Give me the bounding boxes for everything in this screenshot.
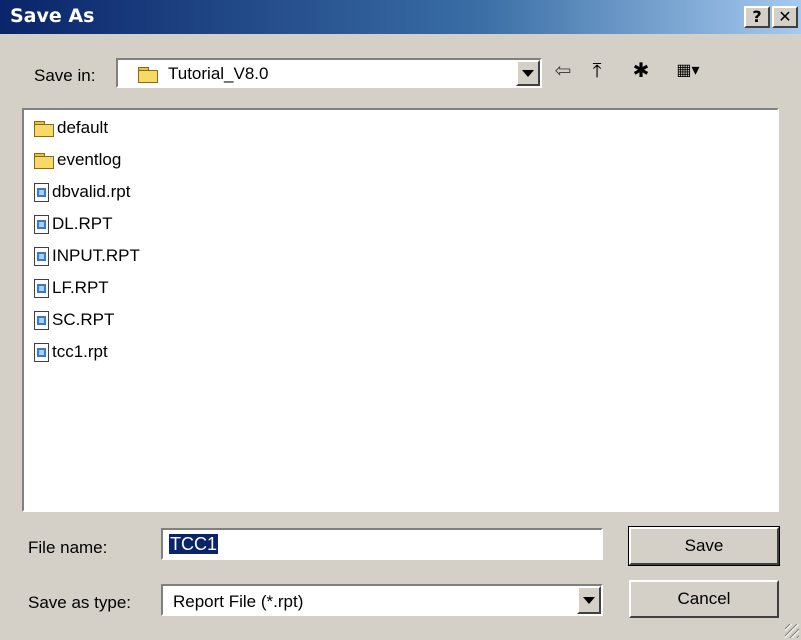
list-item[interactable]: eventlog (34, 146, 121, 174)
report-file-icon (34, 278, 49, 298)
save-in-dropdown[interactable]: Tutorial_V8.0 (116, 58, 542, 88)
view-menu-icon[interactable]: ▦▾ (668, 58, 708, 84)
close-button[interactable]: ✕ (772, 6, 798, 28)
save-in-value: Tutorial_V8.0 (168, 64, 269, 83)
file-list[interactable]: default eventlog dbvalid.rpt DL.RPT INPU… (22, 108, 779, 512)
resize-grip[interactable] (785, 624, 799, 638)
save-as-type-value: Report File (*.rpt) (173, 592, 304, 611)
list-item[interactable]: LF.RPT (34, 274, 109, 302)
save-as-type-dropdown-button[interactable] (577, 586, 601, 614)
save-as-type-dropdown[interactable]: Report File (*.rpt) (161, 584, 603, 616)
help-button[interactable]: ? (744, 6, 770, 28)
list-item[interactable]: default (34, 114, 108, 142)
report-file-icon (34, 310, 49, 330)
file-name-value: TCC1 (169, 534, 219, 554)
folder-icon (34, 152, 54, 169)
file-name-label: File name: (28, 538, 108, 557)
folder-icon (138, 67, 158, 83)
save-as-dialog: Save As ? ✕ Save in: Tutorial_V8.0 ⇦ ⤒ ✱… (0, 0, 801, 640)
cancel-button[interactable]: Cancel (629, 580, 779, 618)
save-button[interactable]: Save (628, 526, 780, 566)
title-bar[interactable]: Save As ? ✕ (0, 0, 801, 34)
report-file-icon (34, 342, 49, 362)
window-title: Save As (10, 5, 95, 27)
list-item[interactable]: SC.RPT (34, 306, 114, 334)
save-as-type-label: Save as type: (28, 593, 132, 612)
list-item[interactable]: DL.RPT (34, 210, 112, 238)
file-name-field[interactable]: TCC1 (161, 528, 603, 560)
report-file-icon (34, 214, 49, 234)
new-folder-icon[interactable]: ✱ (626, 58, 656, 84)
report-file-icon (34, 182, 49, 202)
list-item[interactable]: dbvalid.rpt (34, 178, 130, 206)
report-file-icon (34, 246, 49, 266)
save-in-label: Save in: (34, 66, 96, 85)
back-icon[interactable]: ⇦ (550, 58, 576, 84)
up-one-level-icon[interactable]: ⤒ (584, 58, 610, 84)
save-in-dropdown-button[interactable] (516, 60, 540, 86)
chevron-down-icon (522, 70, 534, 77)
list-item[interactable]: tcc1.rpt (34, 338, 108, 366)
list-item[interactable]: INPUT.RPT (34, 242, 140, 270)
chevron-down-icon (583, 597, 595, 604)
folder-icon (34, 120, 54, 137)
